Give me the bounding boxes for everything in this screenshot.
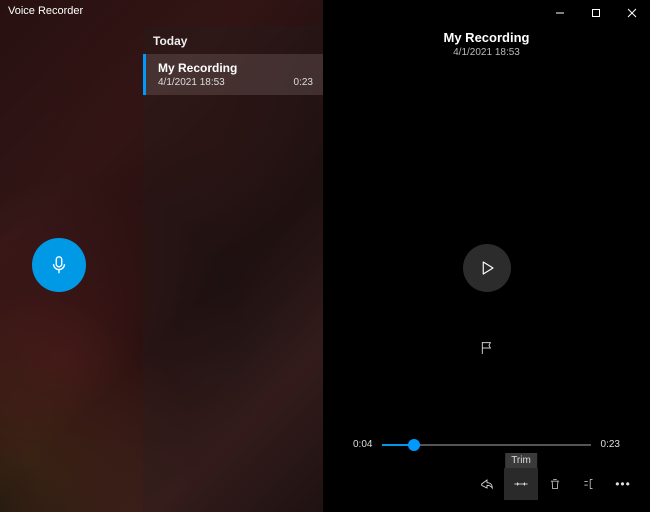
minimize-button[interactable] bbox=[542, 0, 578, 26]
recording-item-title: My Recording bbox=[158, 61, 313, 75]
recording-item-duration: 0:23 bbox=[294, 77, 313, 88]
share-button[interactable] bbox=[470, 468, 504, 500]
trim-tooltip: Trim bbox=[505, 453, 537, 468]
recordings-sidebar: Today My Recording 4/1/2021 18:53 0:23 bbox=[0, 0, 323, 512]
more-options-button[interactable]: ••• bbox=[606, 468, 640, 500]
window-title: Voice Recorder bbox=[8, 5, 83, 17]
recording-item-time: 4/1/2021 18:53 bbox=[158, 77, 225, 88]
seek-bar: 0:04 0:23 bbox=[353, 439, 620, 450]
playback-panel: My Recording 4/1/2021 18:53 0:04 0:23 bbox=[323, 0, 650, 512]
maximize-icon bbox=[591, 8, 601, 18]
maximize-button[interactable] bbox=[578, 0, 614, 26]
recording-list-item[interactable]: My Recording 4/1/2021 18:53 0:23 bbox=[143, 54, 323, 95]
elapsed-time: 0:04 bbox=[353, 439, 372, 450]
flag-icon bbox=[479, 340, 495, 356]
close-icon bbox=[627, 8, 637, 18]
play-icon bbox=[478, 259, 496, 277]
recording-detail-subtitle: 4/1/2021 18:53 bbox=[323, 47, 650, 58]
recording-detail-title: My Recording bbox=[323, 30, 650, 45]
share-icon bbox=[479, 476, 495, 492]
play-button[interactable] bbox=[463, 244, 511, 292]
close-button[interactable] bbox=[614, 0, 650, 26]
trash-icon bbox=[548, 477, 562, 491]
minimize-icon bbox=[555, 8, 565, 18]
seek-track[interactable] bbox=[382, 444, 590, 446]
bottom-action-bar: Trim ••• bbox=[470, 468, 640, 500]
marker-button[interactable] bbox=[479, 340, 495, 361]
window-controls bbox=[542, 0, 650, 26]
trim-button[interactable]: Trim bbox=[504, 468, 538, 500]
trim-icon bbox=[513, 476, 529, 492]
record-button[interactable] bbox=[32, 238, 86, 292]
microphone-icon bbox=[48, 254, 70, 276]
seek-thumb[interactable] bbox=[408, 439, 420, 451]
rename-icon bbox=[581, 477, 597, 491]
total-time: 0:23 bbox=[601, 439, 620, 450]
more-icon: ••• bbox=[615, 477, 631, 491]
delete-button[interactable] bbox=[538, 468, 572, 500]
rename-button[interactable] bbox=[572, 468, 606, 500]
list-section-header: Today bbox=[143, 26, 323, 54]
